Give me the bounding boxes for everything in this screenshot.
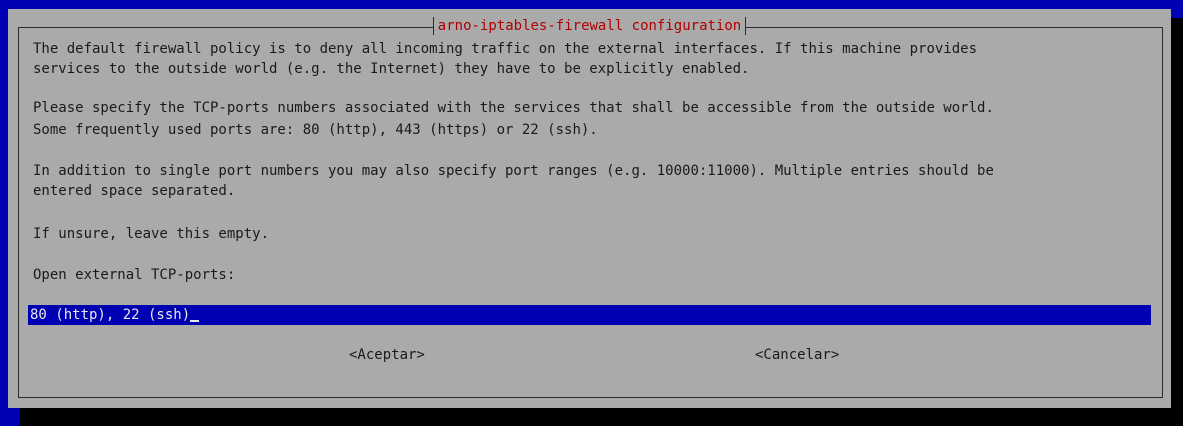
aceptar-button[interactable]: <Aceptar>	[349, 345, 425, 365]
dialog-shadow-right	[1171, 18, 1183, 426]
ranges-line-1: In addition to single port numbers you m…	[33, 163, 994, 179]
unsure-hint: If unsure, leave this empty.	[33, 226, 270, 242]
instruction-line-1: Please specify the TCP-ports numbers ass…	[33, 100, 994, 116]
config-dialog: arno-iptables-firewall configuration The…	[8, 9, 1171, 408]
text-cursor	[190, 320, 200, 322]
ranges-line-2: entered space separated.	[33, 183, 236, 199]
description-line-2: services to the outside world (e.g. the …	[33, 61, 750, 77]
cancelar-button[interactable]: <Cancelar>	[755, 345, 839, 365]
description-line-1: The default firewall policy is to deny a…	[33, 41, 978, 57]
tcp-ports-label: Open external TCP-ports:	[33, 267, 236, 283]
dialog-shadow-bottom	[20, 408, 1183, 426]
instruction-line-2: Some frequently used ports are: 80 (http…	[33, 122, 598, 138]
dialog-title: arno-iptables-firewall configuration	[432, 17, 747, 35]
tcp-ports-input-value: 80 (http), 22 (ssh)	[30, 307, 191, 323]
dialog-frame	[18, 27, 1163, 398]
terminal-screen: arno-iptables-firewall configuration The…	[0, 0, 1183, 426]
tcp-ports-input[interactable]: 80 (http), 22 (ssh)	[28, 305, 1151, 325]
